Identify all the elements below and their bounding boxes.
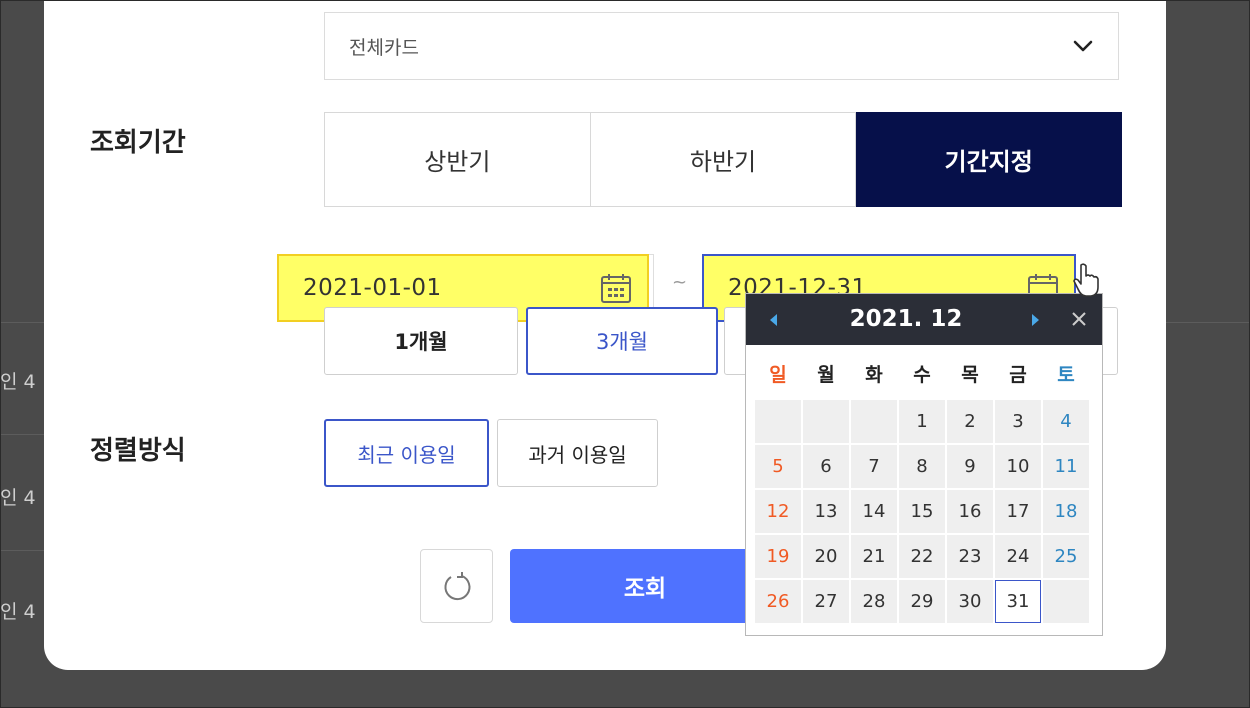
sort-oldest-button[interactable]: 과거 이용일 (497, 419, 658, 487)
sort-recent-button[interactable]: 최근 이용일 (324, 419, 489, 487)
calendar-day[interactable]: 5 (755, 445, 801, 488)
calendar-day[interactable]: 19 (755, 535, 801, 578)
weekday-label: 토 (1057, 364, 1075, 386)
calendar-day[interactable]: 23 (947, 535, 993, 578)
weekday-label: 목 (961, 364, 979, 386)
calendar-day[interactable]: 9 (947, 445, 993, 488)
calendar-day[interactable]: 27 (803, 580, 849, 623)
quick-1-month-button[interactable]: 1개월 (324, 307, 518, 375)
background-divider (0, 550, 44, 551)
calendar-day[interactable]: 29 (899, 580, 945, 623)
date-picker-title: 2021. 12 (849, 306, 963, 332)
weekday-label: 금 (1009, 364, 1027, 386)
hand-cursor-icon (1073, 263, 1099, 297)
calendar-day[interactable]: 26 (755, 580, 801, 623)
tab-second-half[interactable]: 하반기 (590, 112, 857, 207)
calendar-day[interactable]: 14 (851, 490, 897, 533)
calendar-day[interactable]: 15 (899, 490, 945, 533)
calendar-day[interactable]: 25 (1043, 535, 1089, 578)
calendar-day[interactable]: 30 (947, 580, 993, 623)
calendar-empty-cell (1043, 580, 1089, 623)
background-row-text: 인 4 (0, 371, 36, 393)
calendar-day[interactable]: 2 (947, 400, 993, 443)
period-tabs: 상반기 하반기 기간지정 (324, 112, 1123, 207)
calendar-day[interactable]: 28 (851, 580, 897, 623)
calendar-day[interactable]: 24 (995, 535, 1041, 578)
refresh-icon (443, 572, 470, 601)
background-divider (0, 434, 44, 435)
background-divider (0, 322, 44, 323)
calendar-day[interactable]: 1 (899, 400, 945, 443)
calendar-day[interactable]: 11 (1043, 445, 1089, 488)
calendar-day[interactable]: 7 (851, 445, 897, 488)
calendar-day[interactable]: 22 (899, 535, 945, 578)
card-select-value: 전체카드 (349, 37, 419, 59)
tab-first-half[interactable]: 상반기 (324, 112, 591, 207)
background-row-text: 인 4 (0, 601, 36, 623)
calendar-day[interactable]: 31 (995, 580, 1041, 623)
period-label: 조회기간 (90, 128, 186, 158)
calendar-empty-cell (755, 400, 801, 443)
calendar-empty-cell (851, 400, 897, 443)
quick-3-month-button[interactable]: 3개월 (526, 307, 718, 375)
sort-label: 정렬방식 (90, 436, 186, 466)
calendar-day[interactable]: 8 (899, 445, 945, 488)
calendar-day[interactable]: 17 (995, 490, 1041, 533)
tab-custom-period[interactable]: 기간지정 (856, 112, 1123, 207)
date-range-separator: ~ (672, 272, 688, 293)
calendar-day[interactable]: 21 (851, 535, 897, 578)
close-icon[interactable] (1068, 308, 1090, 330)
start-date-value: 2021-01-01 (303, 275, 442, 301)
chevron-down-icon (1073, 40, 1093, 52)
calendar-day[interactable]: 12 (755, 490, 801, 533)
calendar-day[interactable]: 3 (995, 400, 1041, 443)
background-divider (1166, 322, 1250, 323)
weekday-label: 수 (913, 364, 931, 386)
calendar-icon[interactable] (599, 272, 633, 306)
weekday-label: 일 (769, 364, 787, 386)
calendar-day[interactable]: 18 (1043, 490, 1089, 533)
card-select[interactable]: 전체카드 (324, 12, 1119, 80)
calendar-day[interactable]: 6 (803, 445, 849, 488)
calendar-day[interactable]: 13 (803, 490, 849, 533)
background-row-text: 인 4 (0, 487, 36, 509)
reset-button[interactable] (420, 549, 493, 623)
date-picker: 2021. 12 일 월 화 수 목 금 토 1 2 3 4 5 6 7 8 9 10 11 12 13 14 15 16 1… (745, 293, 1103, 636)
calendar-day[interactable]: 20 (803, 535, 849, 578)
calendar-day[interactable]: 4 (1043, 400, 1089, 443)
weekday-label: 월 (817, 364, 835, 386)
weekday-label: 화 (865, 364, 883, 386)
calendar-empty-cell (803, 400, 849, 443)
calendar-day[interactable]: 16 (947, 490, 993, 533)
next-month-icon[interactable] (1032, 314, 1039, 326)
date-picker-header: 2021. 12 (746, 294, 1102, 345)
calendar-day[interactable]: 10 (995, 445, 1041, 488)
